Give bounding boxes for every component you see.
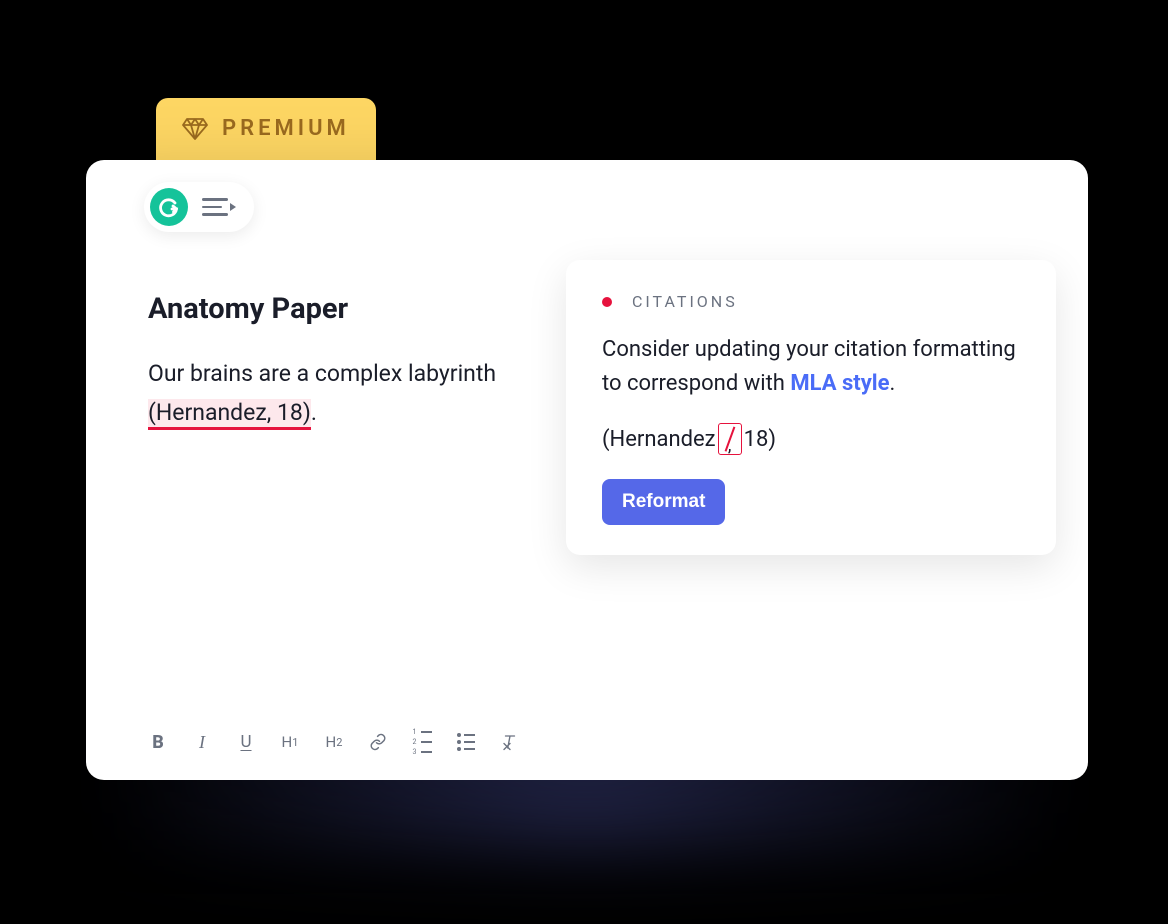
h2-button[interactable]: H2 [324, 730, 344, 754]
ordered-list-icon: 1 2 3 [413, 729, 432, 756]
h1-button[interactable]: H1 [280, 730, 300, 754]
h2-prefix: H [326, 733, 337, 751]
preview-prefix: (Hernandez [602, 427, 716, 452]
suggestion-header: CITATIONS [602, 292, 1020, 311]
outline-toggle-icon[interactable] [202, 198, 236, 216]
body-text-prefix: Our brains are a complex labyrinth [148, 360, 496, 387]
document-content: Anatomy Paper Our brains are a complex l… [148, 292, 568, 432]
italic-button[interactable]: I [192, 730, 212, 754]
h1-prefix: H [282, 733, 293, 751]
underline-button[interactable]: U [236, 730, 256, 754]
correction-marker: , [718, 423, 742, 455]
link-icon [369, 733, 387, 751]
clear-formatting-button[interactable] [500, 730, 520, 754]
document-body[interactable]: Our brains are a complex labyrinth (Hern… [148, 354, 568, 432]
premium-label: PREMIUM [222, 116, 350, 141]
reformat-button[interactable]: Reformat [602, 479, 725, 525]
h2-sub: 2 [336, 736, 342, 749]
editor-window: Anatomy Paper Our brains are a complex l… [86, 160, 1088, 780]
correction-char: , [728, 435, 732, 456]
editor-toolbar-pill [144, 182, 254, 232]
ordered-list-button[interactable]: 1 2 3 [412, 730, 432, 754]
mla-style-link[interactable]: MLA style [790, 371, 889, 396]
alert-dot-icon [602, 297, 612, 307]
diamond-icon [182, 118, 208, 140]
suggestion-message-suffix: . [889, 371, 895, 396]
suggestion-card: CITATIONS Consider updating your citatio… [566, 260, 1056, 555]
format-toolbar: B I U H1 H2 1 2 3 [148, 730, 520, 754]
link-button[interactable] [368, 730, 388, 754]
document-title: Anatomy Paper [148, 292, 568, 326]
citation-preview: (Hernandez , 18) [602, 423, 1020, 455]
unordered-list-icon [457, 733, 475, 751]
clear-format-icon [501, 733, 519, 751]
h1-sub: 1 [292, 736, 298, 749]
body-text-suffix: . [311, 399, 317, 426]
highlighted-citation[interactable]: (Hernandez, 18) [148, 399, 311, 430]
grammarly-logo-icon[interactable] [150, 188, 188, 226]
unordered-list-button[interactable] [456, 730, 476, 754]
premium-badge: PREMIUM [156, 98, 376, 167]
suggestion-category: CITATIONS [632, 292, 738, 311]
bold-button[interactable]: B [148, 730, 168, 754]
suggestion-message: Consider updating your citation formatti… [602, 333, 1020, 401]
preview-suffix: 18) [744, 427, 776, 452]
